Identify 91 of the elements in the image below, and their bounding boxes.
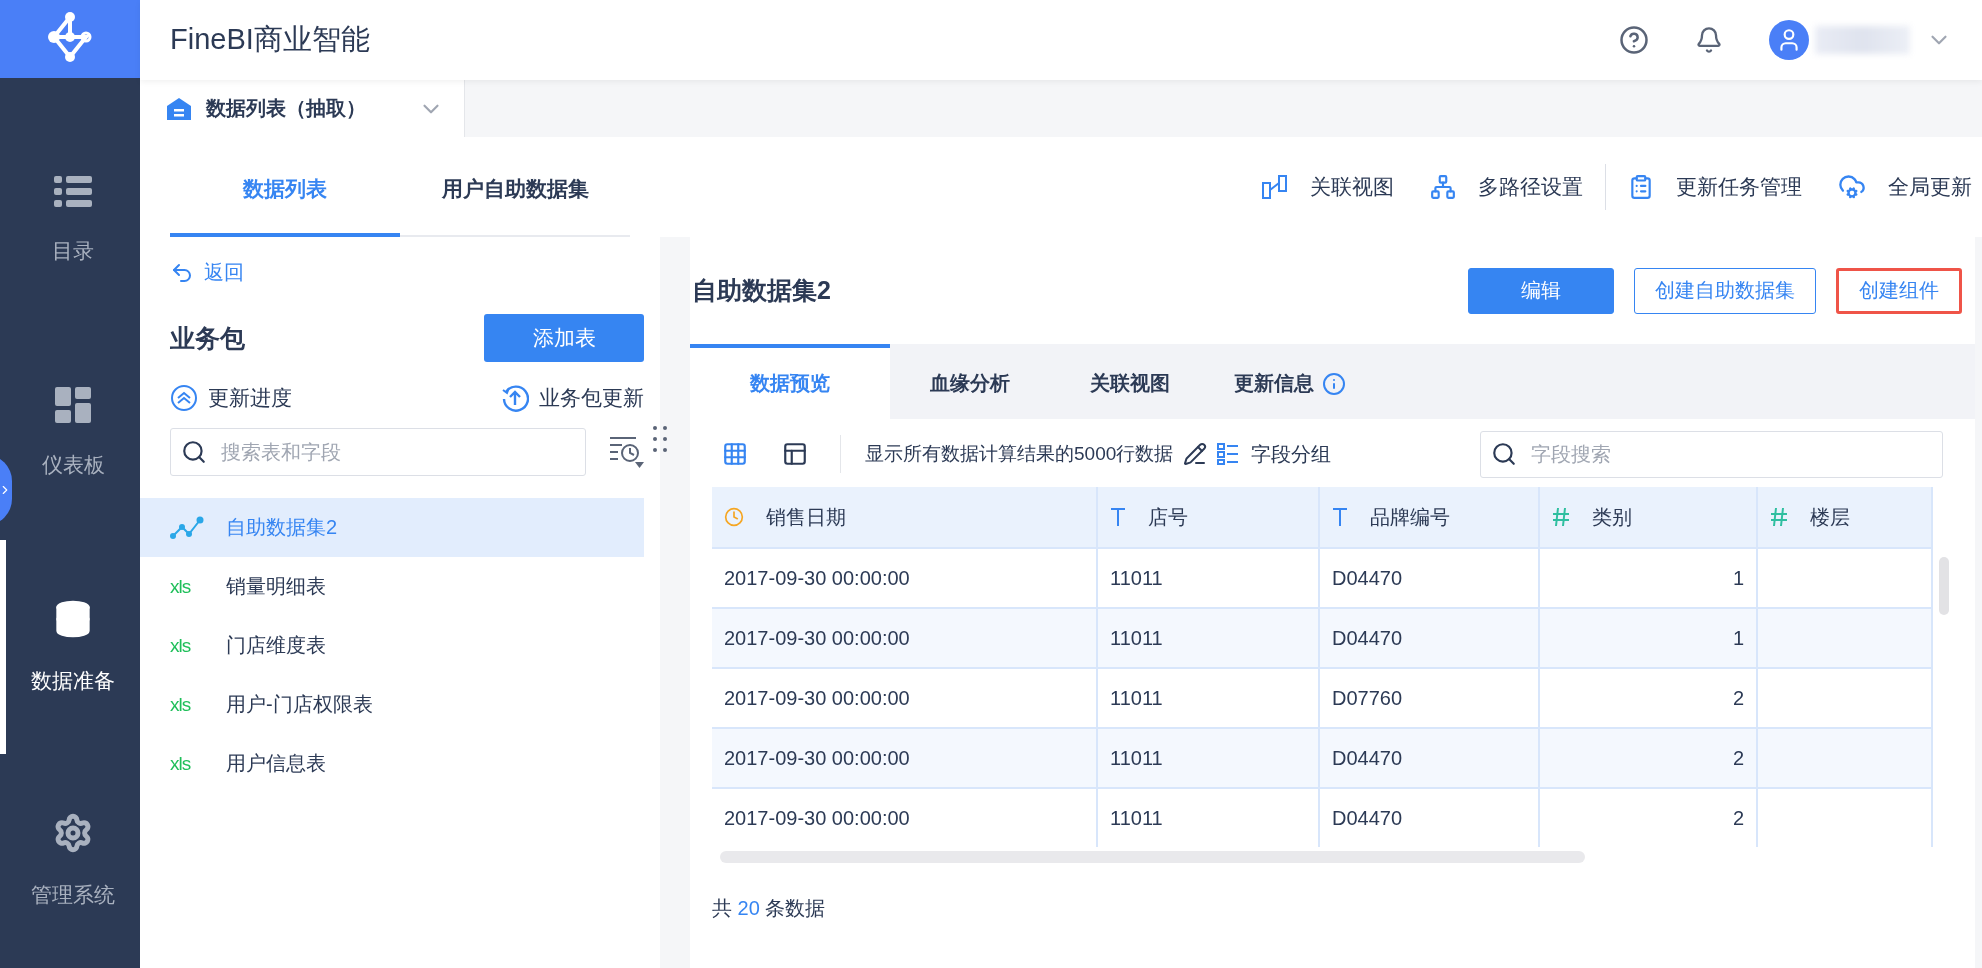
table-list-item[interactable]: xls 销量明细表 <box>140 557 644 616</box>
table-cell: 11011 <box>1098 547 1320 607</box>
dashboard-icon <box>55 387 91 424</box>
action-button[interactable]: 创建自助数据集 <box>1634 267 1816 314</box>
column-header[interactable]: 楼层 <box>1758 487 1933 547</box>
update-progress-link[interactable]: 更新进度 <box>170 384 292 412</box>
table-cell: 11011 <box>1098 727 1320 787</box>
table-cell: D04470 <box>1320 787 1540 847</box>
row-limit-text: 显示所有数据计算结果的5000行数据 <box>865 442 1174 466</box>
number-type-icon <box>1770 507 1788 527</box>
column-header[interactable]: 品牌编号 <box>1320 487 1540 547</box>
table-cell: 2017-09-30 00:00:00 <box>712 667 1098 727</box>
field-group-button[interactable]: 字段分组 <box>1217 440 1332 468</box>
tab[interactable]: 数据预览 <box>690 344 890 419</box>
vertical-scrollbar[interactable] <box>1939 557 1949 615</box>
field-group-icon <box>1217 443 1240 465</box>
table-cell: 2017-09-30 00:00:00 <box>712 727 1098 787</box>
field-search-field[interactable]: 字段搜索 <box>1480 430 1943 478</box>
package-update-link[interactable]: 业务包更新 <box>501 384 644 412</box>
avatar[interactable] <box>1769 20 1809 60</box>
list-icon <box>54 174 92 209</box>
relation-icon <box>1262 175 1288 199</box>
nav-item[interactable]: 仪表板 <box>0 326 140 541</box>
table-cell: 11011 <box>1098 667 1320 727</box>
table-list-item[interactable]: xls 用户信息表 <box>140 734 644 793</box>
table-cell: 1 <box>1540 547 1758 607</box>
xls-icon: xls <box>170 693 204 716</box>
add-table-button[interactable]: 添加表 <box>484 314 644 362</box>
hierarchy-icon <box>1430 174 1456 200</box>
settings-icon <box>53 813 93 854</box>
search-field[interactable]: 搜索表和字段 <box>170 428 586 476</box>
action-button[interactable]: 编辑 <box>1468 267 1614 314</box>
column-header[interactable]: 销售日期 <box>712 487 1098 547</box>
table-cell: D04470 <box>1320 607 1540 667</box>
text-type-icon <box>1110 507 1126 527</box>
dataset-title: 自助数据集2 <box>692 275 831 306</box>
toolbar-button[interactable]: 关联视图 <box>1262 173 1394 201</box>
action-button[interactable]: 创建组件 <box>1836 267 1962 314</box>
table-cell: 2 <box>1540 787 1758 847</box>
toolbar-button[interactable]: 多路径设置 <box>1430 173 1583 201</box>
bell-icon[interactable] <box>1695 26 1723 54</box>
xls-icon: xls <box>170 634 204 657</box>
tab[interactable]: 更新信息 <box>1210 344 1370 419</box>
database-icon <box>53 599 93 640</box>
table-cell: 2017-09-30 00:00:00 <box>712 787 1098 847</box>
column-header[interactable]: 类别 <box>1540 487 1758 547</box>
app-title: FineBI商业智能 <box>170 22 370 57</box>
refresh-upload-icon <box>501 384 529 412</box>
toolbar-button[interactable]: 全局更新 <box>1838 173 1972 201</box>
search-icon <box>181 439 207 465</box>
tab[interactable]: 关联视图 <box>1050 344 1210 419</box>
xls-icon: xls <box>170 752 204 775</box>
text-type-icon <box>1332 507 1348 527</box>
table-cell: 11011 <box>1098 607 1320 667</box>
table-cell: 1 <box>1540 607 1758 667</box>
toolbar-button[interactable]: 更新任务管理 <box>1628 173 1802 201</box>
drag-handle-icon[interactable] <box>652 425 668 453</box>
layout-view-icon[interactable] <box>782 441 808 467</box>
nav-item[interactable]: 目录 <box>0 112 140 327</box>
tab[interactable]: 用户自助数据集 <box>400 175 630 237</box>
search-icon <box>1491 441 1517 467</box>
number-type-icon <box>1552 507 1570 527</box>
table-cell: D04470 <box>1320 727 1540 787</box>
table-list-item[interactable]: xls 用户-门店权限表 <box>140 675 644 734</box>
header-tab[interactable]: 数据列表（抽取） <box>140 80 465 137</box>
table-cell: 2017-09-30 00:00:00 <box>712 607 1098 667</box>
dataset-icon <box>170 515 204 540</box>
section-title: 业务包 <box>170 322 245 354</box>
info-icon[interactable] <box>1322 371 1346 396</box>
column-header[interactable]: 店号 <box>1098 487 1320 547</box>
tab[interactable]: 数据列表 <box>170 175 400 237</box>
tab[interactable]: 血缘分析 <box>890 344 1050 419</box>
table-list-item[interactable]: xls 门店维度表 <box>140 616 644 675</box>
cloud-icon <box>1838 173 1866 201</box>
nav-item[interactable]: 管理系统 <box>0 754 140 968</box>
table-cell: 2 <box>1540 667 1758 727</box>
table-cell: 11011 <box>1098 787 1320 847</box>
record-count-text: 共 20 条数据 <box>712 896 827 921</box>
xls-icon: xls <box>170 575 204 598</box>
table-cell: D07760 <box>1320 667 1540 727</box>
clipboard-icon <box>1628 174 1654 200</box>
grid-view-icon[interactable] <box>722 441 748 467</box>
table-cell: 2017-09-30 00:00:00 <box>712 547 1098 607</box>
back-link[interactable]: 返回 <box>170 259 244 286</box>
double-chevron-up-icon <box>170 384 198 412</box>
home-icon <box>166 96 192 121</box>
table-cell: 2 <box>1540 727 1758 787</box>
table-cell: D04470 <box>1320 547 1540 607</box>
clock-icon <box>724 507 744 527</box>
edit-icon[interactable] <box>1183 442 1208 466</box>
help-icon[interactable] <box>1619 25 1649 55</box>
